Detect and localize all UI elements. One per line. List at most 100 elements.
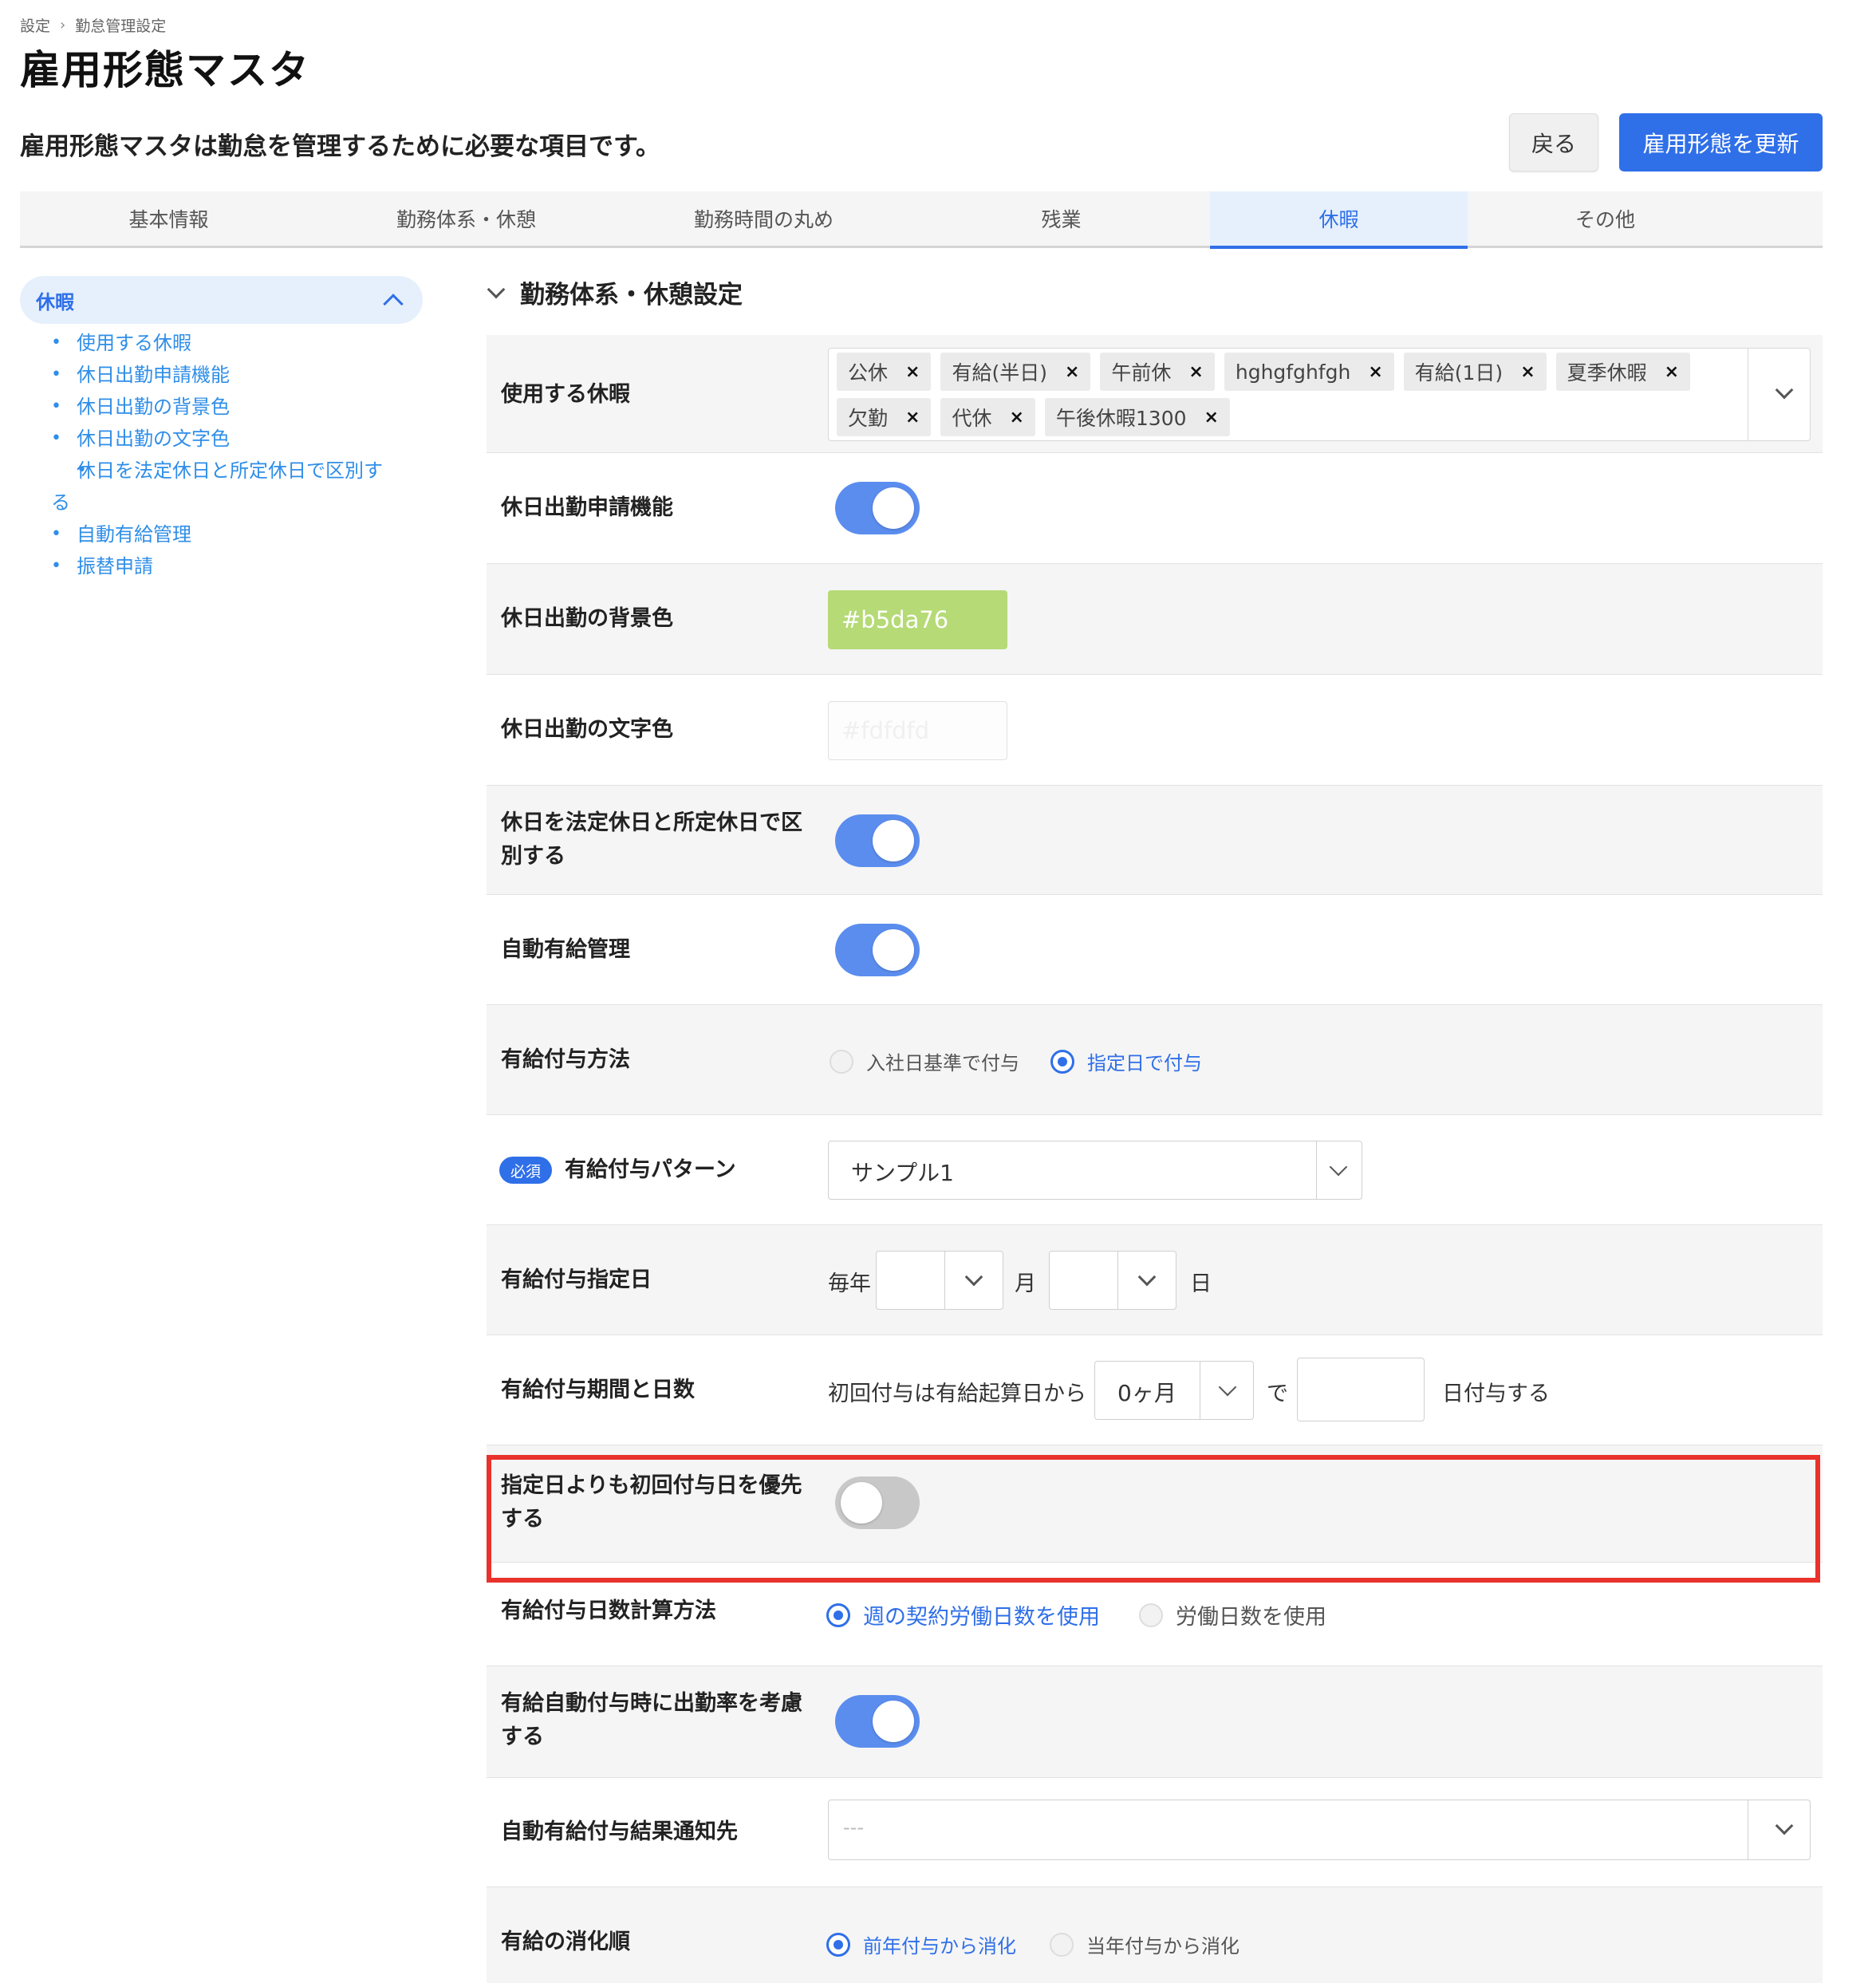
chevron-down-icon xyxy=(487,280,506,298)
divider xyxy=(1316,1141,1317,1199)
grant-days-input[interactable] xyxy=(1297,1358,1425,1421)
radio-working-days[interactable]: 労働日数を使用 xyxy=(1139,1599,1326,1630)
tab-basic-info[interactable]: 基本情報 xyxy=(20,191,317,246)
radio-dot xyxy=(826,1603,850,1627)
remove-tag-icon[interactable]: × xyxy=(1188,362,1203,382)
remove-tag-icon[interactable]: × xyxy=(1204,408,1219,428)
sidebar-item-distinguish[interactable]: 休日を法定休日と所定休日で区別する xyxy=(51,455,386,518)
row-label: 休日を法定休日と所定休日で区 別する xyxy=(501,806,802,873)
tag-label: 有給(半日) xyxy=(952,361,1047,384)
row-label: 有給付与方法 xyxy=(501,1047,630,1072)
tab-overtime[interactable]: 残業 xyxy=(912,191,1210,246)
chevron-down-icon xyxy=(1218,1378,1237,1397)
section-header[interactable]: 勤務体系・休憩設定 xyxy=(487,274,743,310)
distinguish-holidays-toggle[interactable] xyxy=(835,814,920,867)
tab-work-system[interactable]: 勤務体系・休憩 xyxy=(317,191,615,246)
period-select[interactable]: 0ヶ月 xyxy=(1094,1361,1254,1420)
grant-pattern-select[interactable]: サンプル1 xyxy=(828,1141,1362,1200)
auto-paid-toggle[interactable] xyxy=(835,924,920,976)
toggle-knob xyxy=(873,820,914,861)
radio-weekly-contract-days[interactable]: 週の契約労働日数を使用 xyxy=(826,1599,1100,1630)
day-unit: 日 xyxy=(1190,1271,1212,1296)
every-year-label: 毎年 xyxy=(828,1271,871,1296)
sidebar-item-leave-types[interactable]: 使用する休暇 xyxy=(51,327,386,359)
attendance-rate-toggle[interactable] xyxy=(835,1695,920,1748)
tag-label: hghgfghfgh xyxy=(1235,360,1351,384)
breadcrumb: 設定 › 勤怠管理設定 xyxy=(20,14,166,36)
row-label: 使用する休暇 xyxy=(501,382,630,407)
radio-dot xyxy=(1139,1603,1163,1627)
radio-specified-date[interactable]: 指定日で付与 xyxy=(1050,1047,1202,1075)
tag: 欠勤 × xyxy=(837,398,932,436)
radio-previous-year-first[interactable]: 前年付与から消化 xyxy=(826,1930,1016,1958)
chevron-up-icon xyxy=(383,294,404,314)
tab-other[interactable]: その他 xyxy=(1468,191,1743,246)
radio-label: 当年付与から消化 xyxy=(1086,1935,1240,1957)
page-description: 雇用形態マスタは勤怠を管理するために必要な項目です。 xyxy=(20,132,660,161)
toggle-knob xyxy=(873,1701,914,1742)
tag-label: 夏季休暇 xyxy=(1567,361,1647,384)
remove-tag-icon[interactable]: × xyxy=(1665,362,1679,382)
sidebar-item-holiday-text[interactable]: 休日出勤の文字色 xyxy=(51,423,386,455)
tag: 有給(1日) × xyxy=(1403,353,1547,391)
connector-label: で xyxy=(1267,1382,1288,1406)
select-value: サンプル1 xyxy=(851,1160,954,1186)
tag-label: 午後休暇1300 xyxy=(1055,407,1187,430)
radio-dot xyxy=(830,1049,853,1074)
row-holiday-request: 休日出勤申請機能 xyxy=(487,453,1823,564)
remove-tag-icon[interactable]: × xyxy=(1009,408,1023,428)
row-grant-pattern: 必須 有給付与パターン サンプル1 xyxy=(487,1115,1823,1225)
update-employment-type-button[interactable]: 雇用形態を更新 xyxy=(1619,113,1823,171)
breadcrumb-item-settings[interactable]: 設定 xyxy=(20,14,50,36)
row-consumption-order: 有給の消化順 前年付与から消化 当年付与から消化 xyxy=(487,1887,1823,1983)
tab-rounding[interactable]: 勤務時間の丸め xyxy=(615,191,912,246)
month-select[interactable] xyxy=(876,1251,1003,1310)
day-select[interactable] xyxy=(1049,1251,1176,1310)
remove-tag-icon[interactable]: × xyxy=(1368,362,1382,382)
sidebar-item-holiday-request[interactable]: 休日出勤申請機能 xyxy=(51,359,386,391)
toggle-knob xyxy=(873,929,914,971)
row-attendance-rate: 有給自動付与時に出勤率を考慮 する xyxy=(487,1666,1823,1778)
tag-label: 公休 xyxy=(848,361,889,384)
chevron-down-icon[interactable] xyxy=(1775,380,1794,400)
required-badge: 必須 xyxy=(499,1157,552,1184)
breadcrumb-item-attendance[interactable]: 勤怠管理設定 xyxy=(75,14,166,36)
tag-list: 公休 × 有給(半日) × 午前休 × hghgfghfgh × 有給(1日) × 夏季休… xyxy=(837,353,1746,436)
radio-label: 前年付与から消化 xyxy=(863,1935,1016,1957)
back-button[interactable]: 戻る xyxy=(1509,113,1598,171)
sidebar-list: 使用する休暇 休日出勤申請機能 休日出勤の背景色 休日出勤の文字色 休日を法定休… xyxy=(51,327,386,582)
sidebar-item-substitute[interactable]: 振替申請 xyxy=(51,550,386,582)
remove-tag-icon[interactable]: × xyxy=(1065,362,1079,382)
radio-dot xyxy=(1050,1932,1074,1957)
sidebar-header-label: 休暇 xyxy=(36,290,74,313)
month-unit: 月 xyxy=(1015,1271,1036,1296)
row-label-line: 有給自動付与時に出勤率を考慮 xyxy=(501,1691,802,1716)
row-distinguish: 休日を法定休日と所定休日で区 別する xyxy=(487,786,1823,895)
sidebar-header-leave[interactable]: 休暇 xyxy=(20,276,423,324)
tag: 午後休暇1300 × xyxy=(1044,398,1230,436)
remove-tag-icon[interactable]: × xyxy=(905,408,920,428)
radio-hire-date-basis[interactable]: 入社日基準で付与 xyxy=(830,1047,1019,1075)
row-label-line: 休日を法定休日と所定休日で区 xyxy=(501,810,802,835)
leave-types-multiselect[interactable]: 公休 × 有給(半日) × 午前休 × hghgfghfgh × 有給(1日) × 夏季休… xyxy=(828,348,1811,441)
row-grant-period: 有給付与期間と日数 初回付与は有給起算日から 0ヶ月 で 日付与する xyxy=(487,1335,1823,1445)
row-label: 有給付与期間と日数 xyxy=(501,1378,695,1402)
sidebar-item-auto-paid[interactable]: 自動有給管理 xyxy=(51,518,386,550)
holiday-bg-color-input[interactable]: #b5da76 xyxy=(828,590,1007,649)
holiday-text-color-input[interactable]: #fdfdfd xyxy=(828,701,1007,760)
remove-tag-icon[interactable]: × xyxy=(1520,362,1535,382)
row-label: 休日出勤の背景色 xyxy=(501,606,673,631)
remove-tag-icon[interactable]: × xyxy=(905,362,920,382)
radio-current-year-first[interactable]: 当年付与から消化 xyxy=(1050,1930,1240,1958)
page-title: 雇用形態マスタ xyxy=(20,47,310,93)
row-leave-types: 使用する休暇 公休 × 有給(半日) × 午前休 × hghgfghfgh × 有給(1… xyxy=(487,335,1823,453)
holiday-request-toggle[interactable] xyxy=(835,482,920,534)
tag: hghgfghfgh × xyxy=(1224,353,1394,391)
tab-leave[interactable]: 休暇 xyxy=(1210,191,1468,249)
notify-target-select[interactable]: --- xyxy=(828,1800,1811,1860)
chevron-down-icon xyxy=(1137,1267,1157,1287)
sidebar-item-holiday-bg[interactable]: 休日出勤の背景色 xyxy=(51,391,386,423)
row-label-line: する xyxy=(501,1725,544,1749)
select-placeholder: --- xyxy=(843,1816,864,1839)
section-title: 勤務体系・休憩設定 xyxy=(520,281,743,309)
